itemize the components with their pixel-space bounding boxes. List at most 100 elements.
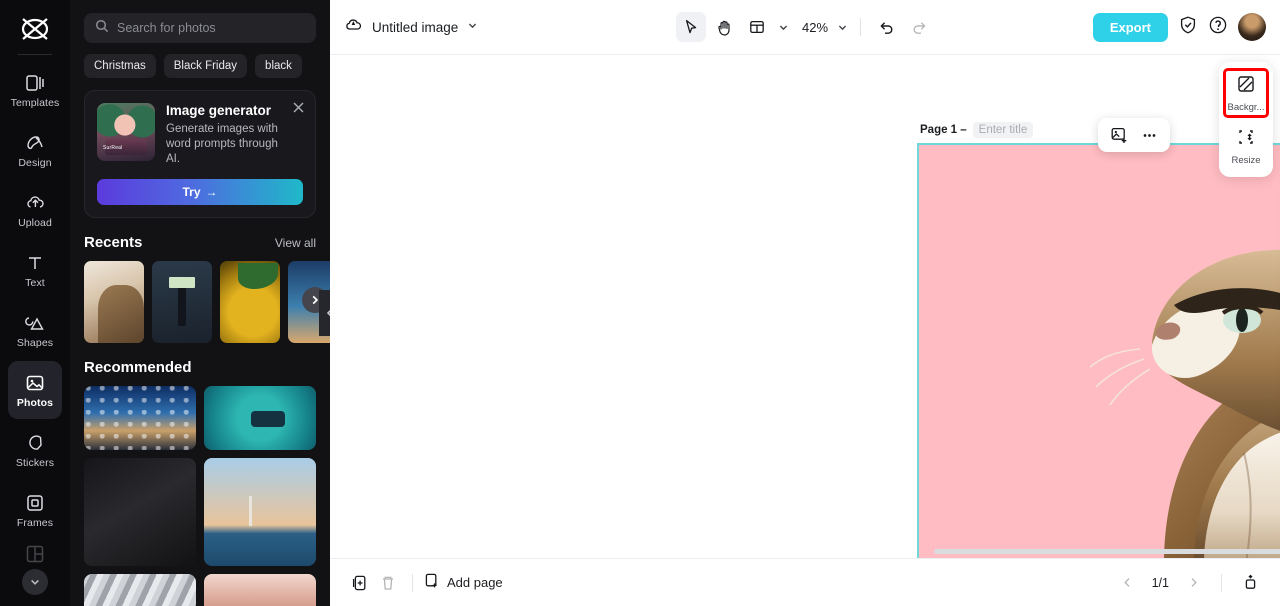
close-icon[interactable] (292, 101, 305, 119)
top-toolbar: Untitled image 42% Export (330, 0, 1280, 55)
ellipsis-icon (1143, 133, 1155, 137)
zoom-level-value[interactable]: 42% (794, 20, 831, 35)
sidebar-item-label: Design (18, 156, 52, 169)
background-tool-label: Backgr... (1227, 101, 1265, 113)
canvas-horizontal-scrollbar[interactable] (934, 549, 1280, 554)
next-page-button[interactable] (1179, 569, 1207, 597)
recommended-photo[interactable] (204, 385, 316, 450)
help-circle-icon[interactable] (1208, 15, 1228, 40)
layout-tool-button[interactable] (742, 12, 772, 42)
duplicate-page-button[interactable] (346, 569, 374, 597)
trash-icon (383, 576, 393, 590)
recommended-grid (84, 385, 316, 606)
frames-icon (24, 492, 46, 514)
recents-thumbnail[interactable] (84, 260, 144, 343)
editor-main: Untitled image 42% Export Page 1 – Enter… (330, 0, 1280, 606)
panel-collapse-button[interactable] (319, 290, 330, 336)
recommended-photo[interactable] (204, 573, 316, 606)
bottom-divider (412, 573, 413, 592)
tag-chip-christmas[interactable]: Christmas (84, 54, 156, 78)
topbar-right-group: Export (1092, 12, 1266, 42)
design-icon (24, 132, 46, 154)
recents-view-all-link[interactable]: View all (275, 236, 316, 250)
delete-page-button[interactable] (374, 569, 402, 597)
sidebar-item-stickers[interactable]: Stickers (8, 421, 62, 479)
canvas-floating-toolbar (1098, 118, 1170, 152)
background-tool-button[interactable]: Backgr... (1223, 68, 1269, 118)
select-tool-button[interactable] (675, 12, 706, 42)
search-input[interactable]: Search for photos (84, 13, 316, 43)
canvas-stage[interactable]: Page 1 – Enter title (330, 55, 1280, 558)
chevron-down-icon (467, 18, 478, 36)
recents-thumbnail[interactable] (220, 260, 280, 343)
sidebar-item-frames[interactable]: Frames (8, 481, 62, 539)
recommended-header: Recommended (84, 359, 316, 376)
resize-tool-label: Resize (1231, 154, 1261, 166)
recents-title: Recents (84, 233, 143, 251)
rail-divider (18, 54, 52, 55)
recommended-photo[interactable] (204, 457, 316, 566)
replace-image-button[interactable] (1106, 122, 1132, 148)
recents-thumbnail[interactable] (152, 260, 212, 343)
user-avatar[interactable] (1238, 13, 1266, 41)
sidebar-item-design[interactable]: Design (8, 121, 62, 179)
promo-try-button[interactable]: Try → (97, 178, 303, 205)
more-options-button[interactable] (1136, 122, 1162, 148)
chevron-down-icon[interactable] (22, 569, 48, 595)
tag-chip-black-friday[interactable]: Black Friday (163, 54, 248, 78)
background-icon (1236, 74, 1256, 99)
hand-tool-button[interactable] (709, 12, 739, 42)
resize-tool-button[interactable]: Resize (1223, 121, 1269, 171)
page-label-group: Page 1 – Enter title (920, 122, 1034, 138)
sidebar-item-text[interactable]: Text (8, 241, 62, 299)
upload-cloud-icon (24, 192, 46, 214)
bottom-divider-2 (1221, 573, 1222, 592)
sidebar-item-templates[interactable]: Templates (8, 61, 62, 119)
recommended-photo[interactable] (84, 573, 196, 606)
expand-panel-button[interactable] (1236, 569, 1264, 597)
page-count-label: 1/1 (1151, 575, 1169, 590)
toolbar-divider (860, 18, 862, 36)
add-page-icon (423, 572, 440, 594)
expand-panel-icon (1245, 574, 1255, 589)
sidebar-item-upload[interactable]: Upload (8, 181, 62, 239)
sidebar-item-label: Text (25, 276, 45, 289)
shield-check-icon[interactable] (1178, 15, 1198, 40)
promo-title: Image generator (166, 103, 272, 118)
chevron-left-icon (326, 309, 330, 317)
sidebar-item-label: Upload (18, 216, 52, 229)
undo-icon (879, 21, 893, 34)
duplicate-page-icon (352, 575, 366, 590)
right-tool-rail: Backgr... Resize (1219, 62, 1273, 177)
bottom-toolbar: Add page 1/1 (330, 558, 1280, 606)
document-title: Untitled image (372, 19, 459, 35)
add-page-button[interactable]: Add page (423, 572, 503, 594)
sidebar-item-shapes[interactable]: Shapes (8, 301, 62, 359)
undo-button[interactable] (871, 12, 901, 42)
templates-icon (24, 72, 46, 94)
arrow-right-icon: → (205, 184, 218, 199)
export-button[interactable]: Export (1092, 12, 1168, 42)
image-generator-promo-card: SurReal Image generator Generate images … (84, 90, 316, 218)
resize-icon (1236, 127, 1256, 152)
sidebar-item-photos[interactable]: Photos (8, 361, 62, 419)
zoom-dropdown-chevron[interactable] (834, 14, 850, 40)
capcut-logo-icon[interactable] (13, 8, 57, 50)
cat-photo-layer[interactable] (1044, 153, 1280, 558)
stickers-icon (24, 432, 46, 454)
promo-subtitle: Generate images with word prompts throug… (166, 123, 278, 166)
grid-icon[interactable] (24, 543, 46, 565)
image-plus-icon (1111, 127, 1126, 143)
document-name-button[interactable]: Untitled image (344, 16, 478, 38)
tag-chip-black[interactable]: black (255, 54, 302, 78)
photos-panel: Search for photos Christmas Black Friday… (70, 0, 330, 606)
promo-try-label: Try (182, 184, 201, 199)
redo-button[interactable] (904, 12, 934, 42)
page-title-input[interactable]: Enter title (972, 122, 1034, 138)
layout-dropdown-chevron[interactable] (775, 14, 791, 40)
recommended-photo[interactable] (84, 385, 196, 450)
recommended-photo[interactable] (84, 457, 196, 566)
page-canvas[interactable] (917, 143, 1280, 558)
chevron-down-icon (779, 25, 787, 30)
prev-page-button[interactable] (1114, 569, 1142, 597)
